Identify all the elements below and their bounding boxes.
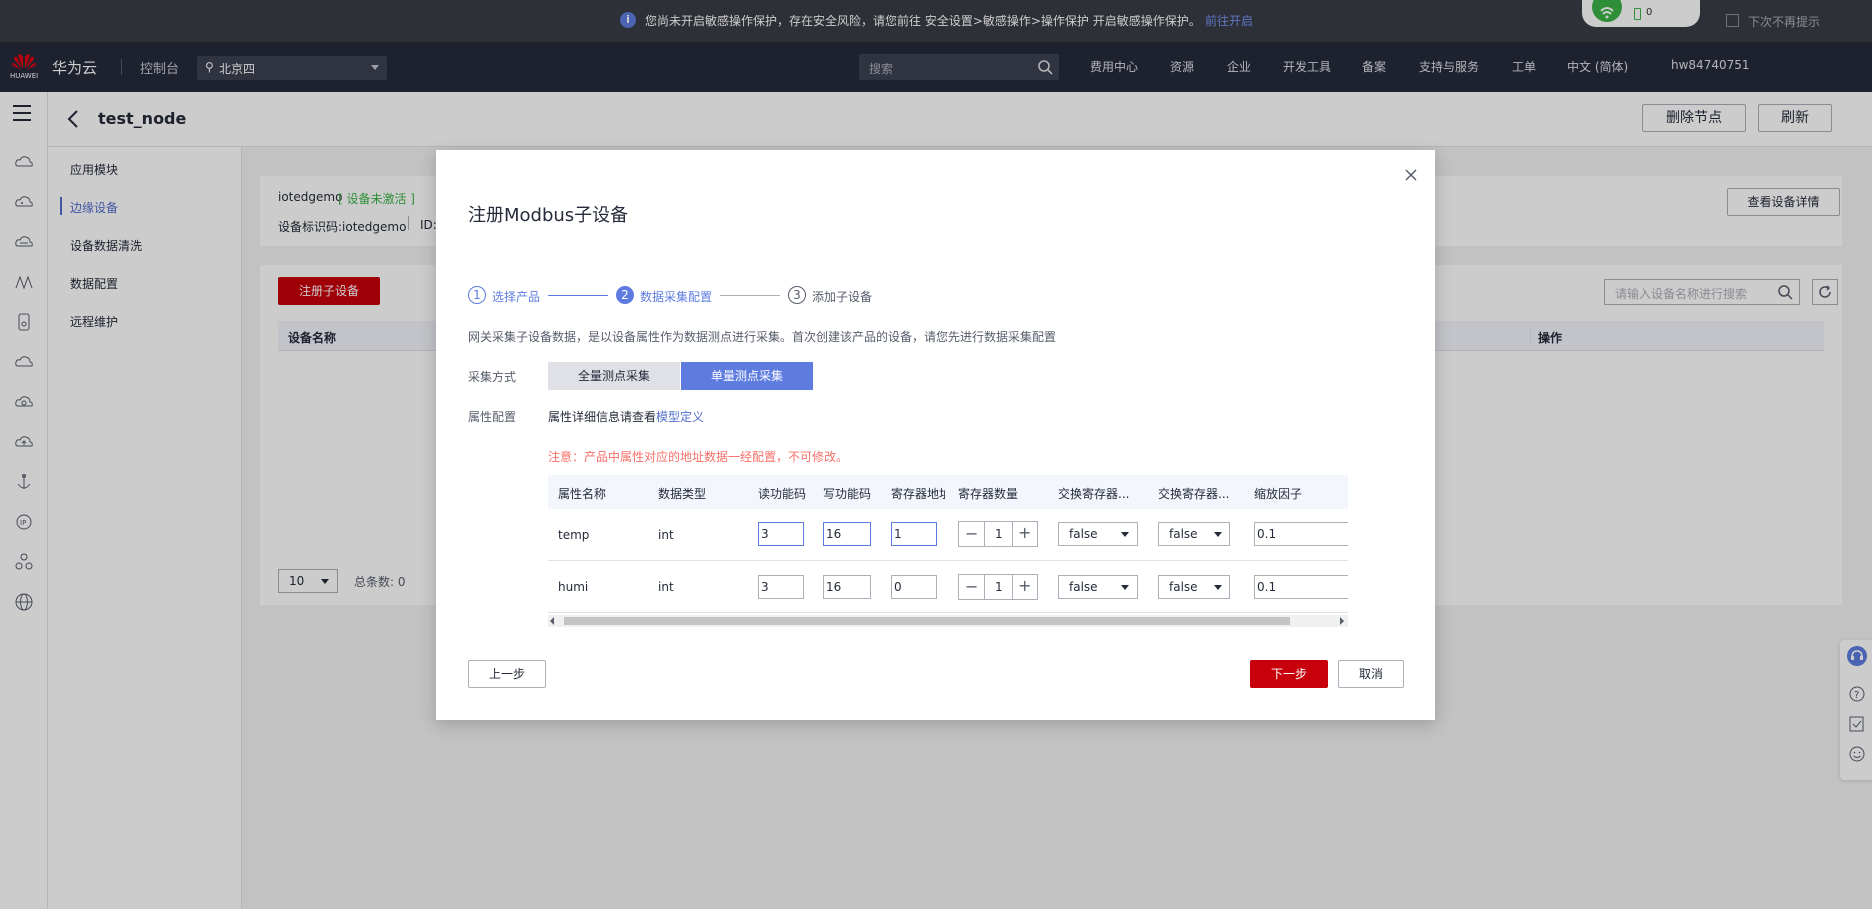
cancel-button[interactable]: 取消 xyxy=(1338,660,1404,688)
step-2-number: 2 xyxy=(616,286,634,304)
col-write-code: 写功能码 xyxy=(823,487,872,501)
write-code-input[interactable]: 16 xyxy=(823,522,871,546)
prev-step-button[interactable]: 上一步 xyxy=(468,660,546,688)
step-1-label: 选择产品 xyxy=(492,290,541,304)
col-swap-register-1: 交换寄存器... xyxy=(1058,487,1130,501)
register-modbus-modal: 注册Modbus子设备 1 选择产品 2 数据采集配置 3 添加子设备 网关采集… xyxy=(436,150,1435,720)
col-register-addr: 寄存器地址 xyxy=(891,487,945,501)
collect-method-label: 采集方式 xyxy=(468,370,517,384)
modal-title: 注册Modbus子设备 xyxy=(468,205,629,226)
register-count-stepper[interactable]: − 1 + xyxy=(958,521,1038,547)
swap-register-2-select[interactable]: false xyxy=(1158,575,1230,599)
cell-attr-name: temp xyxy=(558,528,590,542)
attribute-table-header: 属性名称 数据类型 读功能码 写功能码 寄存器地址 寄存器数量 交换寄存器...… xyxy=(548,475,1348,509)
table-row: temp int 3 16 1 − 1 + false false 0.1 xyxy=(548,509,1348,561)
close-icon[interactable] xyxy=(1404,168,1418,182)
swap-register-1-select[interactable]: false xyxy=(1058,522,1138,546)
cell-data-type: int xyxy=(658,528,674,542)
chevron-down-icon xyxy=(1214,532,1222,537)
col-scale-factor: 缩放因子 xyxy=(1254,487,1303,501)
read-code-input[interactable]: 3 xyxy=(758,522,804,546)
collect-description: 网关采集子设备数据，是以设备属性作为数据测点进行采集。首次创建该产品的设备，请您… xyxy=(468,330,1057,344)
warning-text: 注意：产品中属性对应的地址数据一经配置，不可修改。 xyxy=(548,450,849,464)
chevron-down-icon xyxy=(1121,532,1129,537)
swap-register-2-select[interactable]: false xyxy=(1158,522,1230,546)
table-horizontal-scrollbar[interactable] xyxy=(548,615,1348,627)
minus-icon[interactable]: − xyxy=(965,577,978,596)
minus-icon[interactable]: − xyxy=(965,524,978,543)
col-register-count: 寄存器数量 xyxy=(958,487,1019,501)
model-definition-link[interactable]: 模型定义 xyxy=(656,408,704,425)
swap-register-2-value: false xyxy=(1169,527,1198,541)
scale-factor-input[interactable]: 0.1 xyxy=(1254,575,1348,599)
scroll-right-icon[interactable] xyxy=(1340,617,1344,625)
swap-register-2-value: false xyxy=(1169,580,1198,594)
chevron-down-icon xyxy=(1121,585,1129,590)
attr-config-label: 属性配置 xyxy=(468,410,517,424)
chevron-down-icon xyxy=(1214,585,1222,590)
step-connector xyxy=(720,295,780,296)
step-3-number: 3 xyxy=(788,286,806,304)
col-attr-name: 属性名称 xyxy=(558,487,607,501)
stepper-divider xyxy=(1012,575,1013,599)
step-2-label: 数据采集配置 xyxy=(640,290,713,304)
read-code-input[interactable]: 3 xyxy=(758,575,804,599)
swap-register-1-value: false xyxy=(1069,527,1098,541)
plus-icon[interactable]: + xyxy=(1018,576,1031,595)
next-step-button[interactable]: 下一步 xyxy=(1250,660,1328,688)
stepper-divider xyxy=(984,522,985,546)
register-addr-input[interactable]: 1 xyxy=(891,522,937,546)
register-addr-input[interactable]: 0 xyxy=(891,575,937,599)
step-connector xyxy=(548,295,608,296)
attribute-table: 属性名称 数据类型 读功能码 写功能码 寄存器地址 寄存器数量 交换寄存器...… xyxy=(548,475,1348,633)
col-read-code: 读功能码 xyxy=(758,487,807,501)
scrollbar-thumb[interactable] xyxy=(564,617,1290,625)
col-swap-register-2: 交换寄存器... xyxy=(1158,487,1230,501)
col-data-type: 数据类型 xyxy=(658,487,707,501)
cell-attr-name: humi xyxy=(558,580,589,594)
plus-icon[interactable]: + xyxy=(1018,523,1031,542)
stepper-divider xyxy=(984,575,985,599)
register-count-value: 1 xyxy=(995,527,1003,541)
register-count-stepper[interactable]: − 1 + xyxy=(958,574,1038,600)
swap-register-1-value: false xyxy=(1069,580,1098,594)
scale-factor-input[interactable]: 0.1 xyxy=(1254,522,1348,546)
swap-register-1-select[interactable]: false xyxy=(1058,575,1138,599)
write-code-input[interactable]: 16 xyxy=(823,575,871,599)
scroll-left-icon[interactable] xyxy=(550,617,554,625)
register-count-value: 1 xyxy=(995,580,1003,594)
step-3-label: 添加子设备 xyxy=(812,290,873,304)
tab-single-collect[interactable]: 单量测点采集 xyxy=(681,362,813,390)
step-1-number: 1 xyxy=(468,286,486,304)
cell-data-type: int xyxy=(658,580,674,594)
tab-full-collect[interactable]: 全量测点采集 xyxy=(548,362,680,390)
stepper-divider xyxy=(1012,522,1013,546)
table-row: humi int 3 16 0 − 1 + false false 0.1 xyxy=(548,561,1348,613)
attr-config-text: 属性详细信息请查看 xyxy=(548,410,657,424)
